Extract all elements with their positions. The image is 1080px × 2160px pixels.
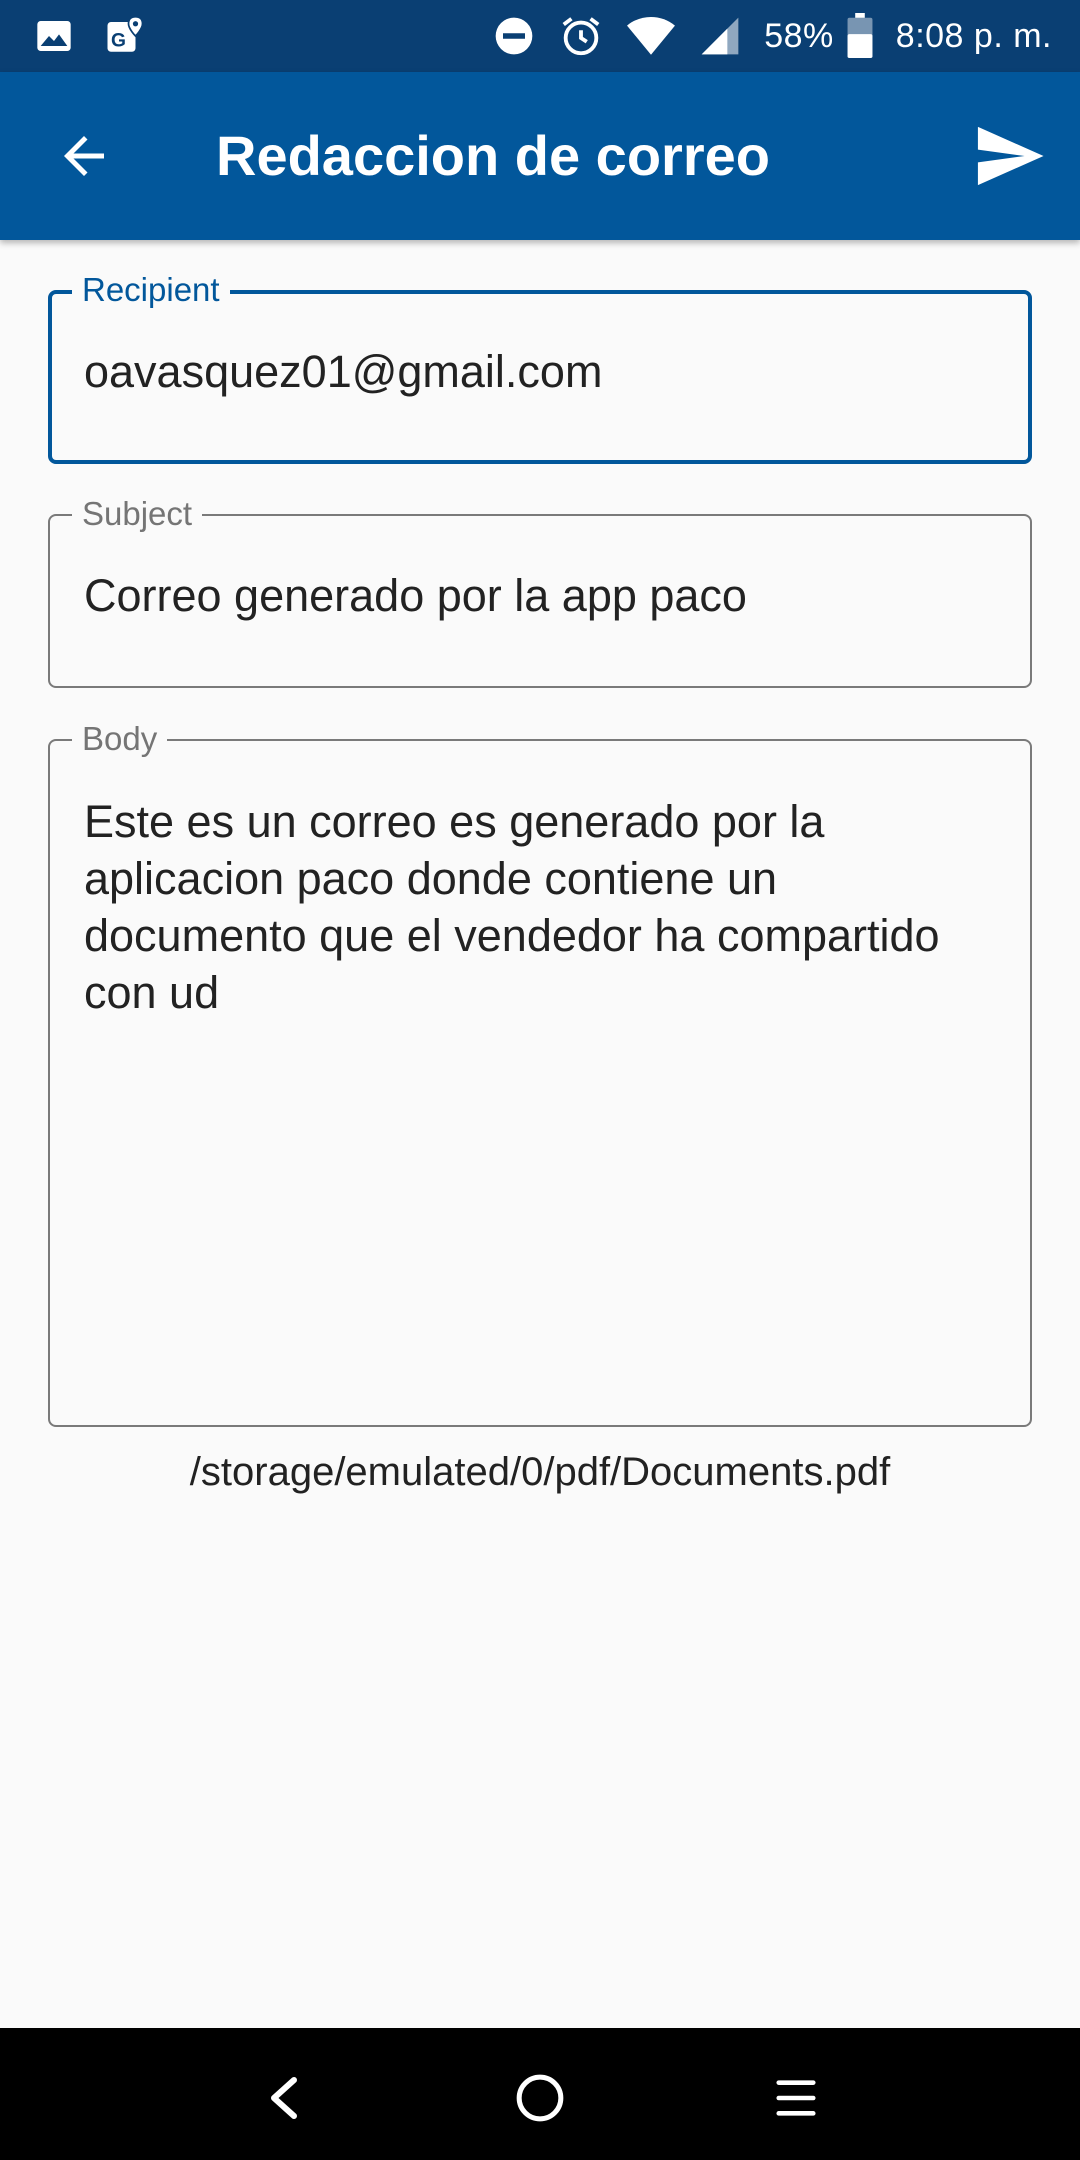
app-bar: Redaccion de correo	[0, 72, 1080, 240]
nav-menu-button[interactable]	[756, 2058, 836, 2138]
recipient-field[interactable]: Recipient oavasquez01@gmail.com	[48, 270, 1032, 464]
recipient-label: Recipient	[72, 270, 230, 310]
arrow-back-icon	[54, 126, 114, 186]
send-icon	[975, 125, 1045, 187]
recipient-input[interactable]: oavasquez01@gmail.com	[84, 344, 602, 400]
image-icon	[34, 16, 74, 56]
signal-icon	[698, 14, 742, 58]
clock: 8:08 p. m.	[895, 16, 1052, 55]
nav-back-icon	[264, 2074, 304, 2122]
subject-label: Subject	[72, 494, 203, 534]
battery-percent: 58%	[764, 16, 834, 55]
do-not-disturb-icon	[492, 14, 536, 58]
body-label: Body	[72, 719, 168, 759]
body-field[interactable]: Body Este es un correo es generado por l…	[48, 719, 1032, 1427]
status-right: 58% 8:08 p. m.	[470, 13, 1052, 59]
status-bar: G 58% 8:08 p. m.	[0, 0, 1080, 72]
attachment-path: /storage/emulated/0/pdf/Documents.pdf	[189, 1450, 891, 1494]
maps-icon: G	[104, 15, 146, 57]
back-button[interactable]	[40, 112, 128, 200]
body-textarea[interactable]: Este es un correo es generado por la apl…	[84, 793, 970, 1021]
send-button[interactable]	[964, 110, 1056, 202]
nav-back-button[interactable]	[244, 2058, 324, 2138]
battery-icon	[846, 13, 874, 59]
subject-input[interactable]: Correo generado por la app paco	[84, 568, 747, 624]
navigation-bar	[0, 2028, 1080, 2160]
page-title: Redaccion de correo	[216, 124, 770, 187]
svg-text:G: G	[111, 31, 126, 52]
nav-home-button[interactable]	[500, 2058, 580, 2138]
alarm-icon	[558, 13, 604, 59]
subject-field[interactable]: Subject Correo generado por la app paco	[48, 494, 1032, 688]
wifi-icon	[626, 14, 676, 58]
status-left: G	[34, 15, 176, 57]
nav-menu-icon	[773, 2076, 819, 2120]
nav-home-icon	[515, 2073, 565, 2123]
